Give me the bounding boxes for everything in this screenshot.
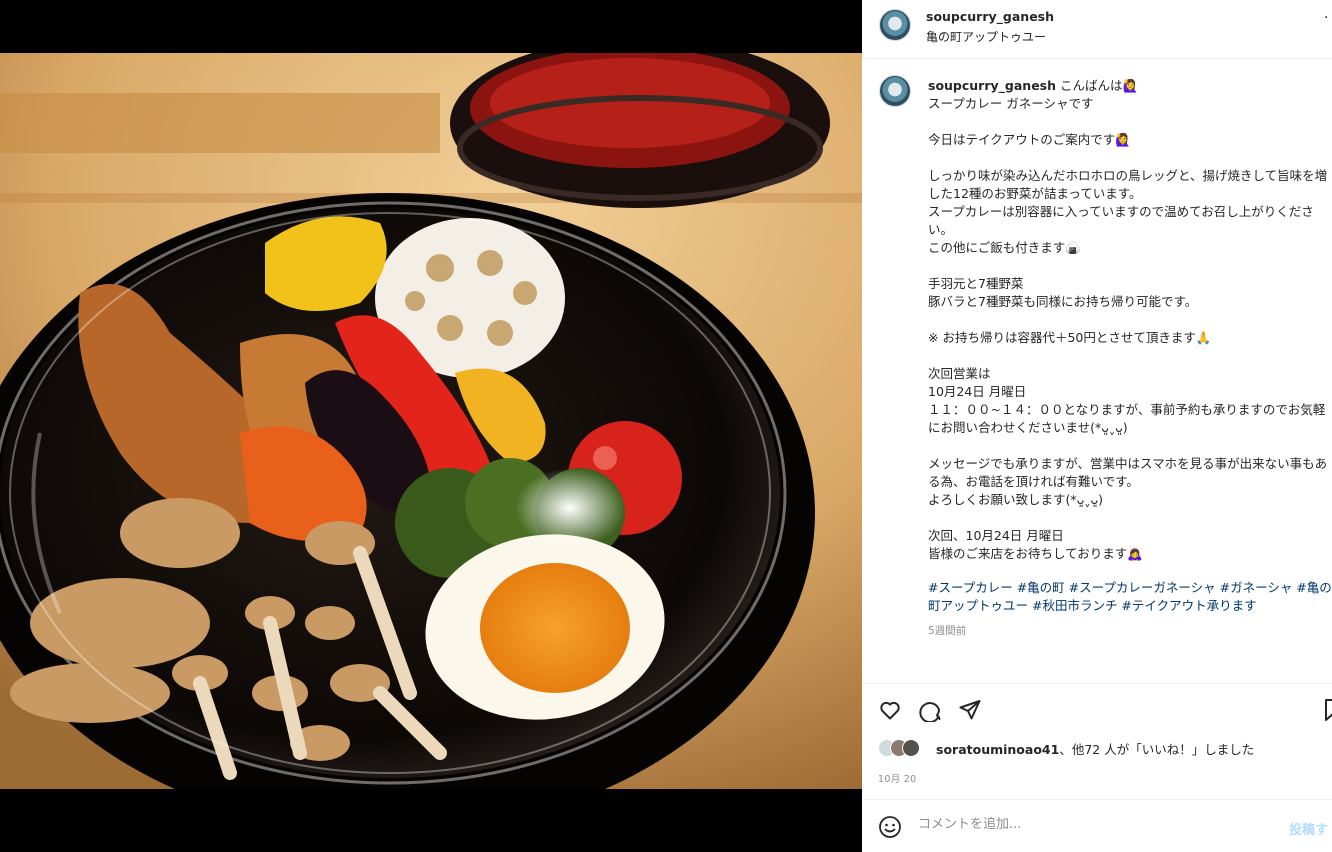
caption-username[interactable]: soupcurry_ganesh xyxy=(928,78,1056,93)
header-username[interactable]: soupcurry_ganesh xyxy=(926,9,1054,24)
comment-input[interactable] xyxy=(916,816,1250,833)
caption-text: soupcurry_ganesh こんばんは🙋‍♀️ スープカレー ガネーシャで… xyxy=(928,77,1332,563)
action-bar: soratouminoao41、他72 人が「いいね！」しました 10月 20 xyxy=(862,683,1332,799)
post-date: 10月 20 xyxy=(878,774,917,785)
post-panel: soupcurry_ganesh 亀の町アップトゥユー · soupcurry_… xyxy=(862,0,1332,852)
comment-bar: 投稿す xyxy=(862,799,1332,852)
caption-body: こんばんは🙋‍♀️ スープカレー ガネーシャです 今日はテイクアウトのご案内です… xyxy=(928,78,1328,561)
soup-curry-photo xyxy=(0,53,862,789)
location-link[interactable]: 亀の町アップトゥユー xyxy=(926,28,1046,45)
liker-avatar xyxy=(902,739,920,757)
caption-area: soupcurry_ganesh こんばんは🙋‍♀️ スープカレー ガネーシャで… xyxy=(862,60,1332,682)
post-comment-button[interactable]: 投稿す xyxy=(1289,819,1328,838)
share-icon[interactable] xyxy=(958,698,982,722)
liker-username[interactable]: soratouminoao41 xyxy=(936,742,1059,757)
post-header: soupcurry_ganesh 亀の町アップトゥユー · xyxy=(862,0,1332,59)
emoji-icon[interactable] xyxy=(878,815,902,839)
likes-text: soratouminoao41、他72 人が「いいね！」しました xyxy=(936,739,1254,758)
caption-avatar[interactable] xyxy=(879,75,911,107)
bookmark-icon[interactable] xyxy=(1324,698,1332,722)
comment-icon[interactable] xyxy=(918,698,942,722)
avatar[interactable] xyxy=(879,9,911,41)
likes-count-text[interactable]: 、他72 人が「いいね！」しました xyxy=(1059,742,1254,757)
caption-timestamp: 5週間前 xyxy=(928,625,967,637)
more-options-icon[interactable]: · xyxy=(1324,10,1328,26)
hashtags[interactable]: #スープカレー #亀の町 #スープカレーガネーシャ #ガネーシャ #亀の町アップ… xyxy=(928,579,1332,615)
heart-icon[interactable] xyxy=(878,698,902,722)
post-media[interactable] xyxy=(0,0,862,852)
